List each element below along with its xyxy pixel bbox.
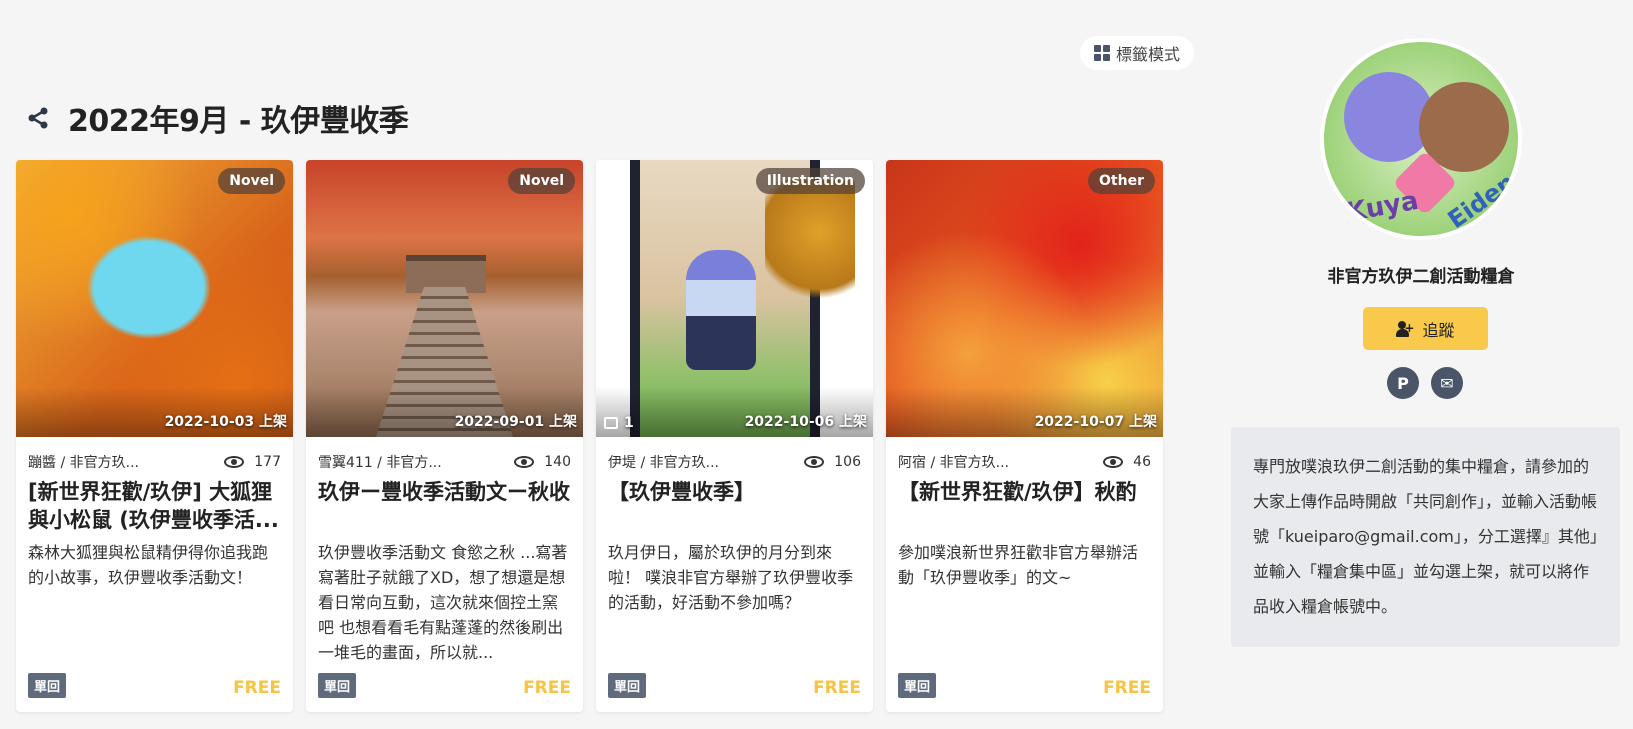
avatar-text-kuya: Kuya [1343,185,1421,229]
eye-icon [1103,456,1124,468]
eye-icon [514,456,535,468]
view-count-value: 46 [1133,454,1151,470]
follow-button[interactable]: + 追蹤 [1363,307,1488,350]
single-tag: 單回 [28,673,67,698]
price-label: FREE [233,678,281,698]
view-count: 106 [804,452,861,472]
single-tag: 單回 [318,673,357,698]
page-name[interactable]: 非官方玖伊二創活動糧倉 [1231,262,1611,287]
card-meta: 雪翼411 / 非官方... 140 [318,452,571,472]
work-card[interactable]: Illustration 1 2022-10-06 上架 伊堤 / 非官方玖..… [596,160,873,712]
social-links: P ✉ [1387,367,1463,399]
type-badge: Other [1088,168,1155,194]
work-thumbnail[interactable]: Other 2022-10-07 上架 [886,160,1163,437]
work-thumbnail[interactable]: Novel 2022-09-01 上架 [306,160,583,437]
publish-date: 2022-09-01 上架 [454,414,577,430]
publish-date: 2022-10-07 上架 [1034,414,1157,430]
work-description: 森林大狐狸與松鼠精伊得你追我跑的小故事，玖伊豐收季活動文！ [28,543,269,587]
image-icon [604,417,618,429]
page-header: 2022年9月 - 玖伊豐收季 [26,96,409,140]
type-badge: Illustration [755,168,865,194]
card-meta: 阿宿 / 非官方玖... 46 [898,452,1151,472]
eye-icon [224,456,245,468]
image-count-value: 1 [624,415,634,431]
work-description: 參加噗浪新世界狂歡非官方舉辦活動「玖伊豐收季」的文~ [898,543,1139,587]
tag-mode-button[interactable]: 標籤模式 [1080,36,1195,70]
price-label: FREE [1103,678,1151,698]
work-title[interactable]: 【新世界狂歡/玖伊】秋酌 [898,478,1151,506]
work-description: 玖伊豐收季活動文 食慾之秋 ...寫著寫著肚子就餓了XD，想了想還是想看日常向互… [318,543,568,662]
type-badge: Novel [218,168,285,194]
work-title[interactable]: [新世界狂歡/玖伊] 大狐狸與小松鼠 (玖伊豐收季活... [28,478,281,534]
publish-date: 2022-10-06 上架 [744,414,867,430]
view-count-value: 177 [254,454,281,470]
view-count: 46 [1103,452,1151,472]
mail-icon[interactable]: ✉ [1431,367,1463,399]
tag-mode-label: 標籤模式 [1116,45,1181,64]
page-title: 2022年9月 - 玖伊豐收季 [68,104,409,139]
publish-date: 2022-10-03 上架 [164,414,287,430]
card-meta: 蹦醬 / 非官方玖... 177 [28,452,281,472]
image-count: 1 [604,415,634,431]
work-thumbnail[interactable]: Illustration 1 2022-10-06 上架 [596,160,873,437]
work-card[interactable]: Novel 2022-09-01 上架 雪翼411 / 非官方... 140 玖… [306,160,583,712]
single-tag: 單回 [608,673,647,698]
work-card[interactable]: Other 2022-10-07 上架 阿宿 / 非官方玖... 46 【新世界… [886,160,1163,712]
avatar[interactable]: Kuya Eiden [1320,38,1522,240]
follow-label: 追蹤 [1422,320,1455,340]
view-count-value: 140 [544,454,571,470]
user-plus-icon: + [1396,320,1414,337]
author-link[interactable]: 雪翼411 / 非官方... [318,452,442,472]
price-label: FREE [523,678,571,698]
grid-icon [1094,45,1110,61]
avatar-text-eiden: Eiden [1442,167,1521,235]
work-title[interactable]: 玖伊ー豐收季活動文ー秋收 [318,478,571,506]
share-icon[interactable] [26,106,50,130]
about-text: 專門放噗浪玖伊二創活動的集中糧倉，請參加的大家上傳作品時開啟「共同創作」，並輸入… [1231,427,1620,647]
author-link[interactable]: 伊堤 / 非官方玖... [608,452,719,472]
work-title[interactable]: 【玖伊豐收季】 [608,478,861,506]
type-badge: Novel [508,168,575,194]
price-label: FREE [813,678,861,698]
work-thumbnail[interactable]: Novel 2022-10-03 上架 [16,160,293,437]
view-count: 177 [224,452,281,472]
plurk-icon[interactable]: P [1387,367,1419,399]
card-meta: 伊堤 / 非官方玖... 106 [608,452,861,472]
work-description: 玖月伊日，屬於玖伊的月分到來啦！ 噗浪非官方舉辦了玖伊豐收季的活動，好活動不參加… [608,543,854,612]
view-count: 140 [514,452,571,472]
author-link[interactable]: 蹦醬 / 非官方玖... [28,452,139,472]
author-link[interactable]: 阿宿 / 非官方玖... [898,452,1009,472]
single-tag: 單回 [898,673,937,698]
view-count-value: 106 [834,454,861,470]
work-card[interactable]: Novel 2022-10-03 上架 蹦醬 / 非官方玖... 177 [新世… [16,160,293,712]
eye-icon [804,456,825,468]
